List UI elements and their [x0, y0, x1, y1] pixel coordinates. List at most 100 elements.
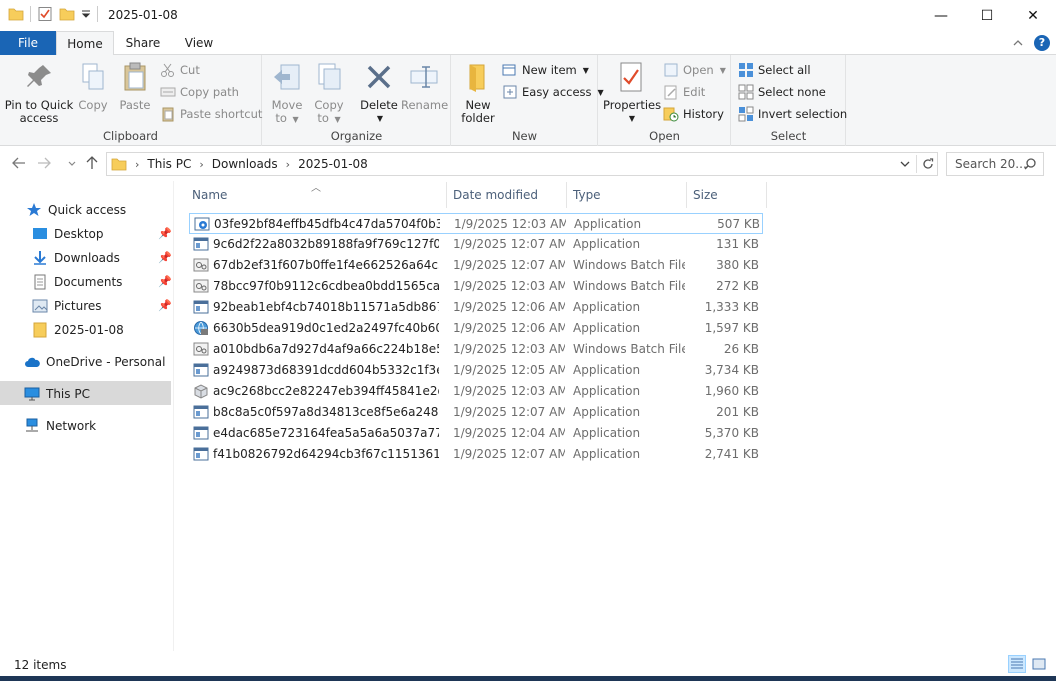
file-row[interactable]: f41b0826792d64294cb3f67c11513610b451... 1… — [189, 444, 763, 465]
column-header-type[interactable]: Type — [567, 182, 687, 208]
column-header-size[interactable]: Size — [687, 182, 767, 208]
pin-to-quick-access-button[interactable]: Pin to Quick access — [4, 61, 74, 125]
paste-shortcut-button[interactable]: Paste shortcut — [160, 104, 262, 124]
file-type: Windows Batch File — [573, 342, 685, 356]
sidebar-item-quick-access[interactable]: Quick access — [26, 198, 126, 222]
new-group: New folder New item ▼ Easy access ▼ New — [452, 55, 604, 146]
recent-locations-button[interactable] — [62, 153, 82, 173]
copy-to-button[interactable]: Copy to ▼ — [311, 61, 347, 126]
exe-window-icon — [193, 405, 209, 419]
file-date: 1/9/2025 12:07 AM — [453, 258, 565, 272]
sidebar-item-folder[interactable]: 2025-01-08 — [32, 318, 124, 342]
file-row[interactable]: 03fe92bf84effb45dfb4c47da5704f0b35c3c...… — [189, 213, 763, 234]
chevron-right-icon[interactable]: › — [286, 158, 290, 171]
chevron-right-icon[interactable]: › — [135, 158, 139, 171]
sidebar-label: Pictures — [54, 299, 102, 313]
sidebar-item-pictures[interactable]: Pictures — [32, 294, 102, 318]
properties-button[interactable]: Properties ▼ — [603, 61, 661, 125]
column-headers: ︿ Name Date modified Type Size — [176, 182, 776, 208]
column-header-name[interactable]: Name — [186, 182, 447, 208]
history-button[interactable]: History — [663, 104, 724, 124]
close-button[interactable]: ✕ — [1010, 0, 1056, 31]
rename-label: Rename — [401, 98, 449, 112]
new-folder-qat-icon[interactable] — [59, 6, 75, 22]
file-date: 1/9/2025 12:03 AM — [453, 384, 565, 398]
status-bar: 12 items — [0, 654, 1056, 676]
large-icons-view-button[interactable] — [1030, 655, 1048, 673]
maximize-button[interactable]: ☐ — [964, 0, 1010, 31]
chevron-right-icon[interactable]: › — [199, 158, 203, 171]
edit-button[interactable]: Edit — [663, 82, 705, 102]
item-count: 12 items — [14, 658, 67, 672]
paste-shortcut-icon — [162, 107, 174, 122]
breadcrumb-downloads[interactable]: Downloads — [212, 157, 278, 171]
refresh-icon[interactable] — [919, 155, 937, 173]
properties-qat-icon[interactable] — [37, 6, 53, 22]
select-none-button[interactable]: Select none — [738, 82, 826, 102]
cut-button[interactable]: Cut — [160, 60, 200, 80]
rename-icon — [410, 66, 438, 88]
file-name: f41b0826792d64294cb3f67c11513610b451... — [213, 447, 439, 461]
select-all-button[interactable]: Select all — [738, 60, 811, 80]
search-input[interactable]: Search 20... — [946, 152, 1044, 176]
easy-access-label: Easy access — [522, 85, 592, 99]
rename-button[interactable]: Rename — [401, 61, 449, 112]
tab-home[interactable]: Home — [56, 31, 114, 56]
file-date: 1/9/2025 12:07 AM — [453, 405, 565, 419]
large-icons-view-icon — [1032, 658, 1046, 670]
file-row[interactable]: 78bcc97f0b9112c6cdbea0bdd1565ca5ef9... 1/… — [189, 276, 763, 297]
file-row[interactable]: 9c6d2f22a8032b89188fa9f769c127f0f597d...… — [189, 234, 763, 255]
new-item-button[interactable]: New item ▼ — [502, 60, 589, 80]
sidebar-item-downloads[interactable]: Downloads — [32, 246, 120, 270]
sidebar-item-onedrive[interactable]: OneDrive - Personal — [24, 350, 165, 374]
file-row[interactable]: a9249873d68391dcdd604b5332c1f3ee1be... 1/… — [189, 360, 763, 381]
address-dropdown-icon[interactable] — [896, 155, 914, 173]
back-button[interactable] — [9, 153, 29, 173]
open-button[interactable]: Open ▼ — [663, 60, 726, 80]
breadcrumb-this-pc[interactable]: This PC — [147, 157, 191, 171]
file-name: a010bdb6a7d927d4af9a66c224b18e57f9a... — [213, 342, 439, 356]
easy-access-button[interactable]: Easy access ▼ — [502, 82, 604, 102]
up-arrow-icon — [86, 156, 98, 169]
file-size: 201 KB — [716, 405, 759, 419]
sidebar-item-desktop[interactable]: Desktop — [32, 222, 104, 246]
minimize-button[interactable]: — — [918, 0, 964, 31]
copy-button[interactable]: Copy — [76, 61, 110, 112]
breadcrumb-current-folder[interactable]: 2025-01-08 — [298, 157, 368, 171]
delete-caret-icon: ▼ — [376, 114, 384, 123]
file-row[interactable]: b8c8a5c0f597a8d34813ce8f5e6a24832ccd... 1… — [189, 402, 763, 423]
details-view-button[interactable] — [1008, 655, 1026, 673]
up-button[interactable] — [82, 153, 102, 173]
qat-dropdown-icon[interactable] — [81, 6, 91, 22]
file-row[interactable]: 92beab1ebf4cb74018b11571a5db867c2ec... 1/… — [189, 297, 763, 318]
download-arrow-icon — [34, 251, 46, 265]
sidebar-item-documents[interactable]: Documents — [32, 270, 122, 294]
paste-button[interactable]: Paste — [116, 61, 154, 112]
pin-icon: 📌 — [158, 251, 172, 264]
address-bar[interactable]: › This PC › Downloads › 2025-01-08 — [106, 152, 938, 176]
column-header-date[interactable]: Date modified — [447, 182, 567, 208]
new-group-label: New — [511, 129, 538, 143]
tab-view[interactable]: View — [176, 31, 222, 55]
invert-selection-button[interactable]: Invert selection — [738, 104, 847, 124]
file-row[interactable]: a010bdb6a7d927d4af9a66c224b18e57f9a... 1/… — [189, 339, 763, 360]
forward-button[interactable] — [34, 153, 54, 173]
collapse-ribbon-icon[interactable] — [1012, 37, 1024, 49]
file-row[interactable]: ac9c268bcc2e82247eb394ff45841e2dcfdb... 1… — [189, 381, 763, 402]
file-row[interactable]: 67db2ef31f607b0ffe1f4e662526a64c35699...… — [189, 255, 763, 276]
exe-window-icon — [193, 237, 209, 251]
delete-button[interactable]: Delete ▼ — [359, 61, 399, 125]
help-icon[interactable]: ? — [1034, 35, 1050, 51]
tab-file[interactable]: File — [0, 31, 56, 55]
properties-caret-icon: ▼ — [628, 114, 636, 123]
sidebar-item-network[interactable]: Network — [24, 414, 96, 438]
star-icon — [27, 203, 41, 216]
history-label: History — [683, 107, 724, 121]
file-row[interactable]: 6630b5dea919d0c1ed2a2497fc40b60caa4... 1/… — [189, 318, 763, 339]
move-to-button[interactable]: Move to ▼ — [269, 61, 305, 126]
file-row[interactable]: e4dac685e723164fea5a5a6a5037a77756f2... 1… — [189, 423, 763, 444]
tab-share[interactable]: Share — [118, 31, 168, 55]
new-folder-button[interactable]: New folder — [458, 61, 498, 125]
copy-path-button[interactable]: Copy path — [160, 82, 239, 102]
sidebar-item-this-pc[interactable]: This PC — [24, 382, 90, 406]
